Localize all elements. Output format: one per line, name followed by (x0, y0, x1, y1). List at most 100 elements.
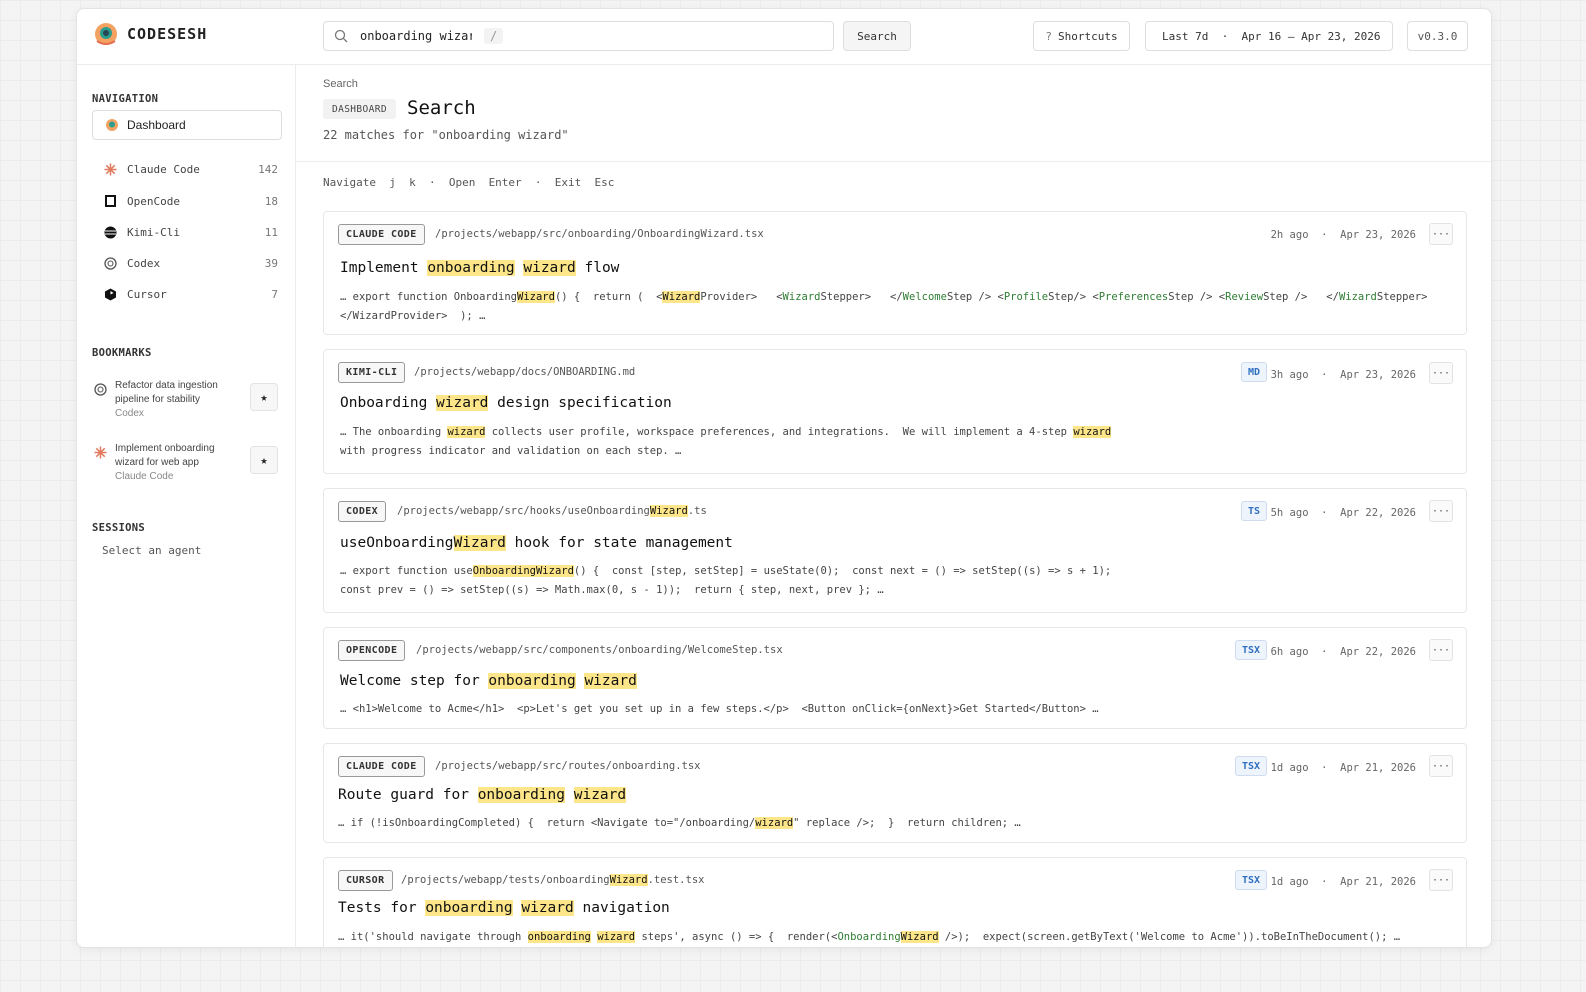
agent-count: 7 (271, 287, 278, 301)
file-path: /projects/webapp/docs/ONBOARDING.md (414, 366, 636, 378)
header-divider (296, 161, 1491, 162)
file-path: /projects/webapp/src/components/onboardi… (416, 644, 783, 656)
result-card[interactable]: KIMI-CLI /projects/webapp/docs/ONBOARDIN… (323, 349, 1467, 474)
agent-name: Claude Code (127, 162, 200, 176)
file-path: /projects/webapp/src/onboarding/Onboardi… (435, 228, 764, 240)
file-type-badge: TSX (1234, 756, 1267, 776)
agent-name: Codex (127, 256, 161, 270)
result-timestamp: 6h ago · Apr 22, 2026 (1270, 646, 1416, 658)
result-card[interactable]: CODEX /projects/webapp/src/hooks/useOnbo… (323, 488, 1467, 613)
result-title[interactable]: Onboarding wizard design specification (340, 395, 672, 411)
result-timestamp: 1d ago · Apr 21, 2026 (1270, 762, 1416, 774)
slash-shortcut-hint: / (484, 28, 504, 44)
bookmark-agent: Claude Code (115, 471, 174, 482)
file-type-badge: TS (1240, 501, 1267, 521)
result-timestamp: 5h ago · Apr 22, 2026 (1270, 507, 1416, 519)
search-input[interactable] (360, 29, 472, 43)
result-title[interactable]: Tests for onboarding wizard navigation (338, 900, 670, 916)
star-icon[interactable]: ★ (250, 446, 278, 474)
cursor-icon (103, 287, 117, 301)
bookmark-title-line: Refactor data ingestion (115, 380, 218, 391)
sidebar-item-label: Dashboard (127, 118, 186, 132)
sidebar-item-kimi-cli[interactable]: Kimi-Cli 11 (103, 222, 278, 242)
breadcrumb[interactable]: Search (323, 78, 358, 90)
agent-name: Kimi-Cli (127, 225, 180, 239)
agent-badge: CURSOR (338, 870, 393, 891)
search-button[interactable]: Search (843, 21, 911, 51)
result-snippet: … export function useOnboardingWizard() … (340, 565, 1112, 596)
result-snippet: … it('should navigate through onboarding… (338, 931, 1401, 943)
logo[interactable]: CODESESH (93, 21, 207, 47)
agent-badge: CLAUDE CODE (338, 756, 425, 777)
version-badge: v0.3.0 (1407, 21, 1468, 51)
app-name: CODESESH (127, 25, 208, 43)
search-field[interactable]: / (323, 21, 834, 51)
codex-icon (103, 256, 117, 270)
result-timestamp: 3h ago · Apr 23, 2026 (1270, 369, 1416, 381)
bookmark-item[interactable]: Refactor data ingestion pipeline for sta… (92, 379, 282, 429)
dashboard-logo-icon (106, 119, 118, 131)
file-type-badge: TSX (1234, 640, 1267, 660)
result-card[interactable]: CURSOR /projects/webapp/tests/onboarding… (323, 857, 1467, 947)
claude-code-icon (103, 162, 117, 176)
file-type-badge: MD (1240, 362, 1267, 382)
result-title[interactable]: Welcome step for onboarding wizard (340, 673, 637, 689)
result-timestamp: 2h ago · Apr 23, 2026 (1270, 229, 1416, 241)
result-title[interactable]: Implement onboarding wizard flow (340, 260, 619, 276)
app-window: CODESESH / Search ? Shortcuts Last 7d · … (76, 8, 1492, 948)
agent-count: 11 (264, 225, 278, 239)
result-snippet: … <h1>Welcome to Acme</h1> <p>Let's get … (340, 703, 1099, 715)
agent-badge: CLAUDE CODE (338, 224, 425, 245)
file-path: /projects/webapp/tests/onboardingWizard.… (401, 874, 705, 886)
sidebar: NAVIGATION Dashboard Claude Code 142 Ope… (77, 65, 296, 947)
more-options-button[interactable]: ··· (1429, 755, 1453, 777)
page-title: Search (407, 97, 476, 119)
sessions-heading: SESSIONS (92, 522, 145, 534)
shortcuts-label: Shortcuts (1058, 29, 1118, 43)
bookmark-title-line: pipeline for stability (115, 394, 201, 405)
agent-count: 142 (258, 162, 278, 176)
sessions-placeholder: Select an agent (102, 544, 202, 557)
keyboard-hint: Navigate j k · Open Enter · Exit Esc (323, 176, 615, 189)
shortcuts-button[interactable]: ? Shortcuts (1033, 21, 1130, 51)
help-icon: ? (1045, 29, 1052, 43)
result-card[interactable]: OPENCODE /projects/webapp/src/components… (323, 627, 1467, 729)
more-options-button[interactable]: ··· (1429, 500, 1453, 522)
more-options-button[interactable]: ··· (1429, 639, 1453, 661)
navigation-heading: NAVIGATION (92, 93, 159, 105)
sidebar-item-dashboard[interactable]: Dashboard (92, 110, 282, 140)
bookmark-text: Implement onboarding wizard for web app … (115, 442, 235, 484)
result-title[interactable]: useOnboardingWizard hook for state manag… (340, 535, 733, 551)
more-options-button[interactable]: ··· (1429, 223, 1453, 245)
star-icon[interactable]: ★ (250, 383, 278, 411)
result-card[interactable]: CLAUDE CODE /projects/webapp/src/routes/… (323, 743, 1467, 843)
more-options-button[interactable]: ··· (1429, 869, 1453, 891)
codex-icon (94, 381, 108, 396)
opencode-icon (103, 194, 117, 208)
agent-badge: CODEX (338, 501, 387, 522)
sidebar-item-claude-code[interactable]: Claude Code 142 (103, 159, 278, 179)
agent-badge: OPENCODE (338, 640, 406, 661)
sidebar-item-codex[interactable]: Codex 39 (103, 253, 278, 273)
bookmarks-heading: BOOKMARKS (92, 347, 152, 359)
result-snippet: … if (!isOnboardingCompleted) { return <… (338, 817, 1021, 829)
sidebar-item-cursor[interactable]: Cursor 7 (103, 284, 278, 304)
search-icon (334, 29, 348, 43)
main-content: Search DASHBOARD Search 22 matches for "… (296, 65, 1491, 947)
file-type-badge: TSX (1234, 870, 1267, 890)
agent-count: 18 (264, 194, 278, 208)
more-options-button[interactable]: ··· (1429, 362, 1453, 384)
kimi-icon (103, 225, 117, 239)
sidebar-item-opencode[interactable]: OpenCode 18 (103, 191, 278, 211)
agent-name: Cursor (127, 287, 167, 301)
agent-badge: KIMI-CLI (338, 362, 406, 383)
result-title[interactable]: Route guard for onboarding wizard (338, 787, 627, 803)
claude-code-icon (94, 444, 108, 459)
file-path: /projects/webapp/src/routes/onboarding.t… (435, 760, 701, 772)
match-summary: 22 matches for "onboarding wizard" (323, 128, 569, 142)
logo-icon (95, 23, 117, 45)
date-range-label: Last 7d · Apr 16 – Apr 23, 2026 (1162, 29, 1381, 43)
date-range-picker[interactable]: Last 7d · Apr 16 – Apr 23, 2026 (1145, 21, 1393, 51)
result-card[interactable]: CLAUDE CODE /projects/webapp/src/onboard… (323, 211, 1467, 335)
bookmark-item[interactable]: Implement onboarding wizard for web app … (92, 442, 282, 492)
